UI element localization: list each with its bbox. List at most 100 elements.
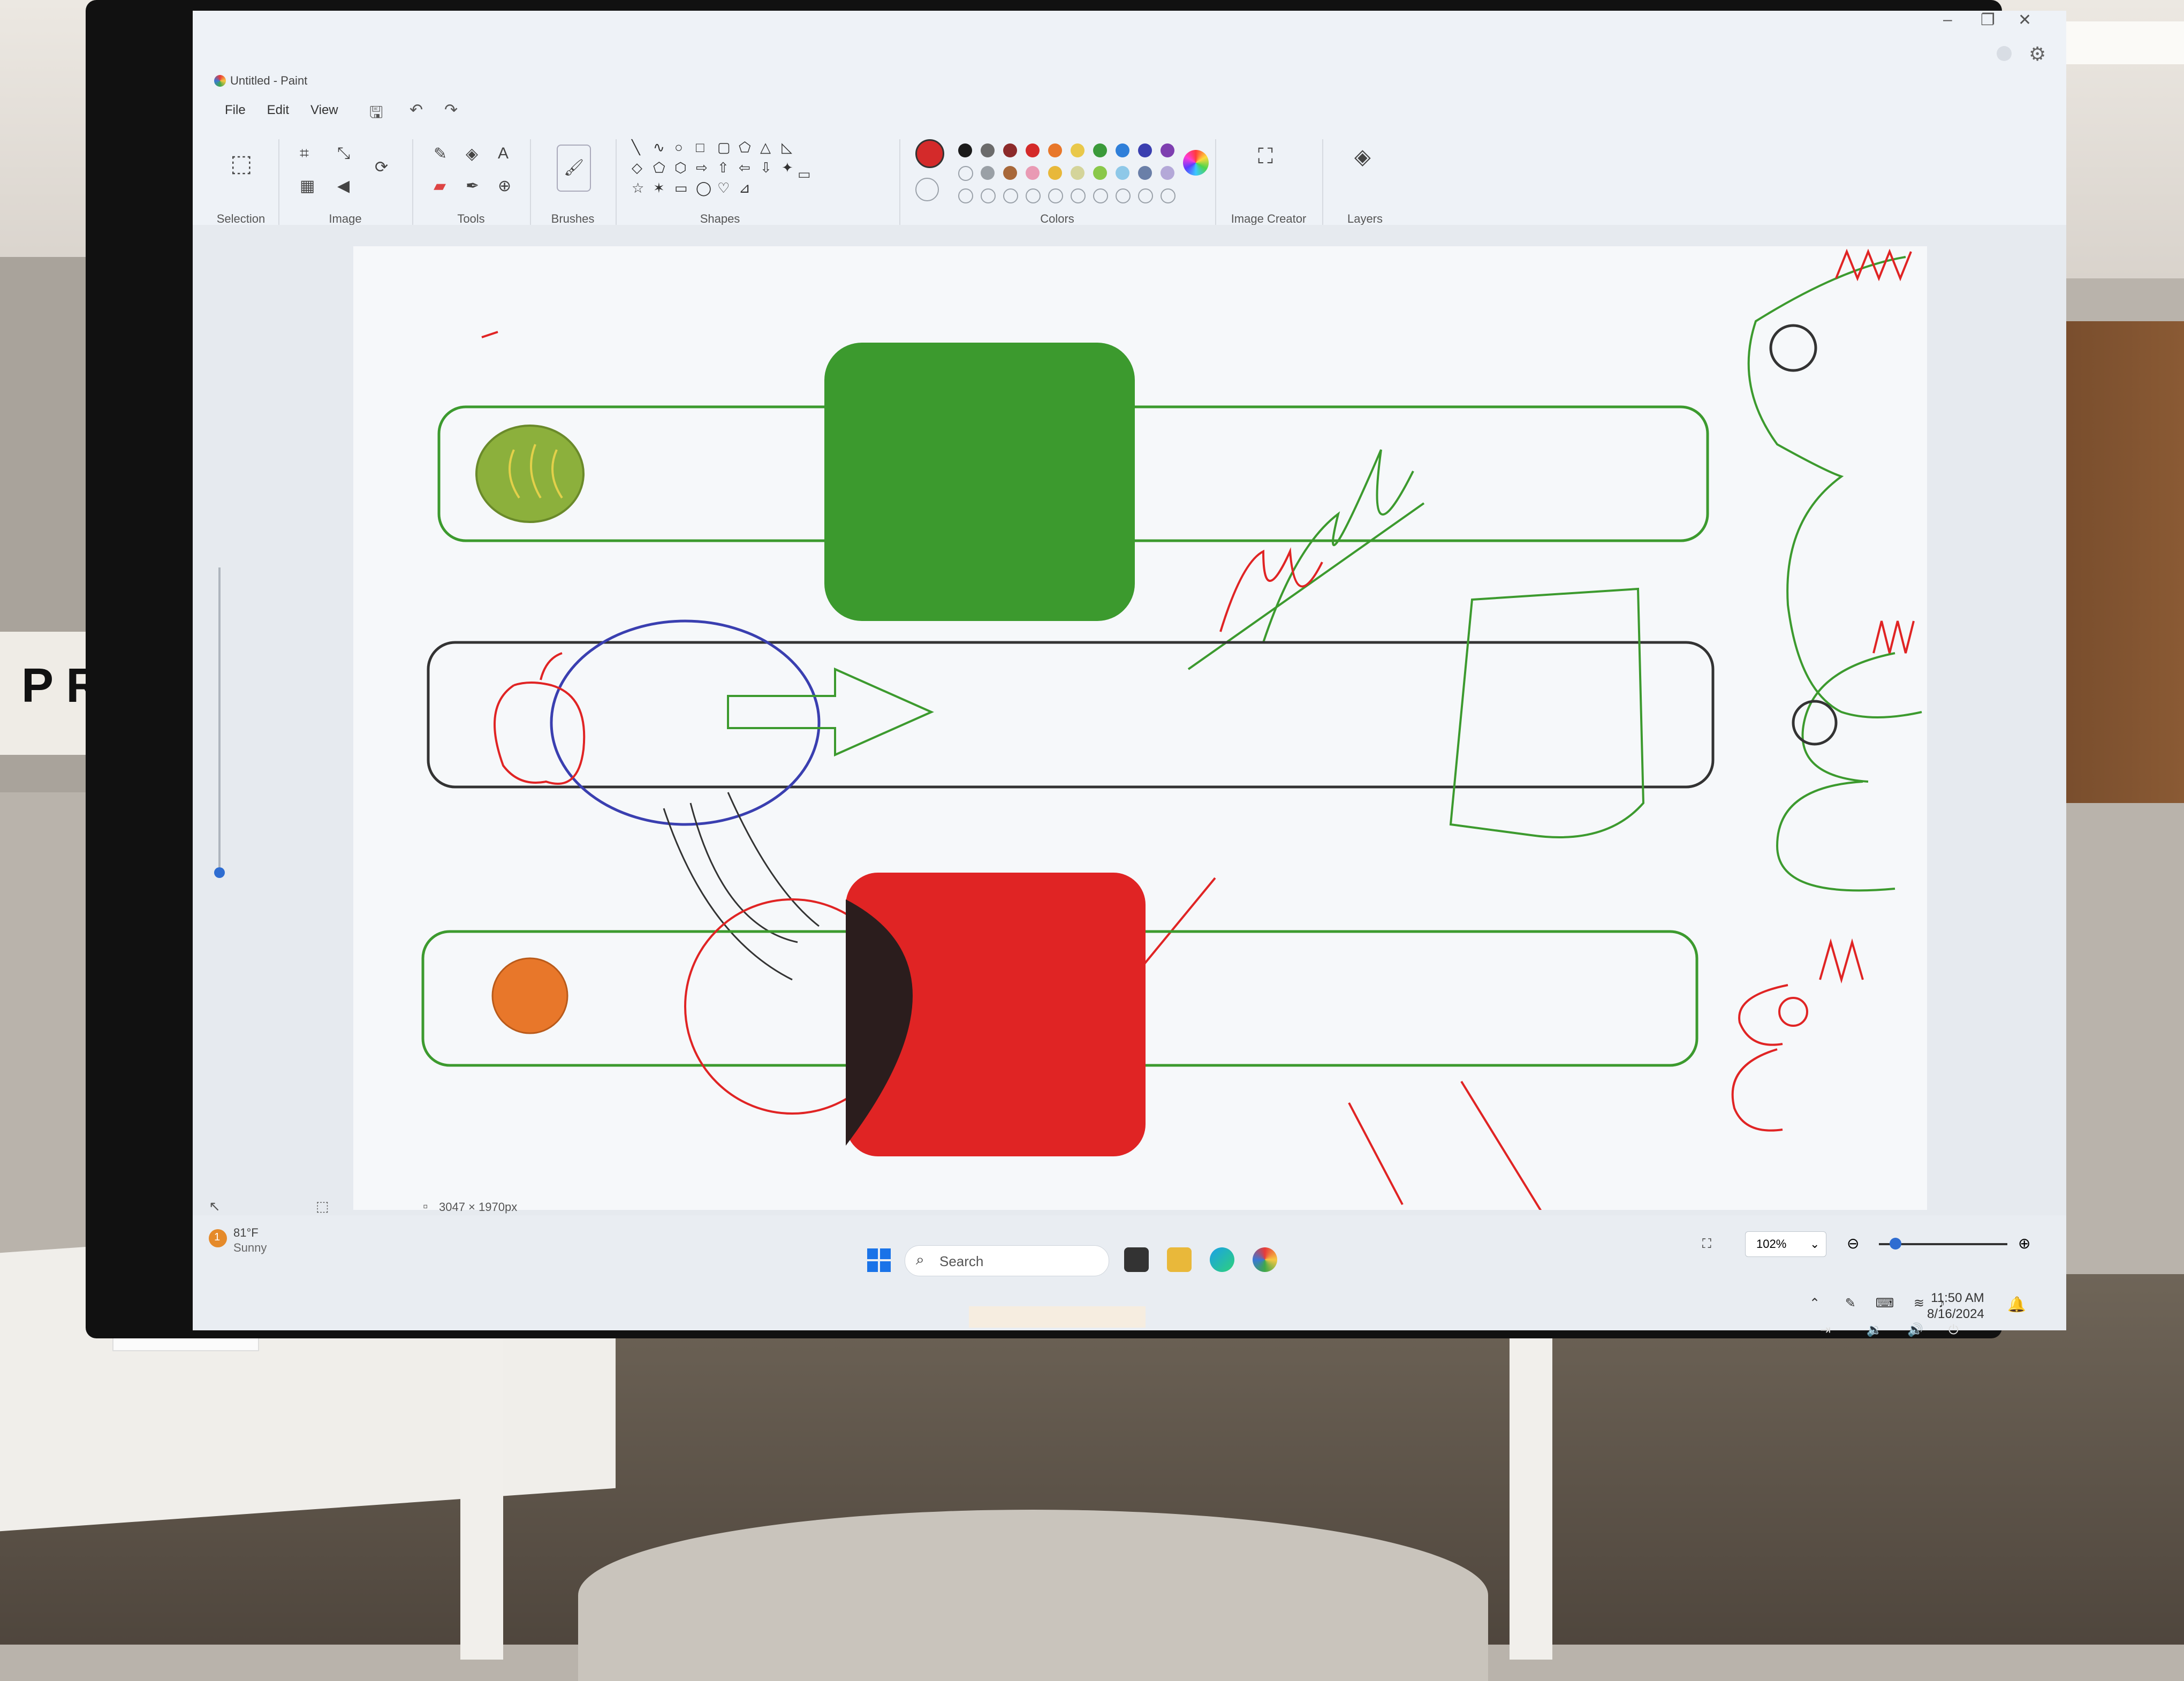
zoom-slider[interactable]	[1879, 1238, 2007, 1250]
zoom-slider-knob[interactable]	[1890, 1238, 1901, 1250]
image-creator-label[interactable]: Image Creator	[1220, 212, 1317, 226]
shape-polygon-icon[interactable]: ⬠	[739, 139, 751, 156]
shape-diamond-icon[interactable]: ◇	[632, 160, 642, 176]
custom-color-slot[interactable]	[1048, 188, 1063, 203]
custom-color-slot[interactable]	[1161, 188, 1176, 203]
drawing-canvas[interactable]	[353, 246, 1927, 1210]
power-icon[interactable]: ⏻	[1948, 1323, 1959, 1337]
task-view-icon[interactable]	[1124, 1247, 1149, 1272]
shape-rounded-rect-icon[interactable]: ▢	[717, 139, 731, 156]
custom-color-slot[interactable]	[1026, 188, 1041, 203]
pencil-icon[interactable]: ✎	[434, 145, 447, 163]
undo-icon[interactable]: ↶	[410, 101, 423, 119]
file-explorer-icon[interactable]	[1167, 1247, 1192, 1272]
custom-color-slot[interactable]	[958, 188, 973, 203]
shape-star6-icon[interactable]: ✶	[653, 180, 665, 196]
shape-oval-icon[interactable]: ○	[674, 139, 683, 156]
minimize-button[interactable]: –	[1943, 11, 1952, 29]
menu-file[interactable]: File	[225, 103, 246, 124]
color-swatch[interactable]	[1093, 166, 1107, 180]
color-swatch[interactable]	[1161, 166, 1174, 180]
color-swatch[interactable]	[1138, 143, 1152, 157]
custom-color-slot[interactable]	[1093, 188, 1108, 203]
shape-curve-icon[interactable]: ∿	[653, 139, 665, 156]
pen-icon[interactable]: ✎	[1845, 1296, 1856, 1311]
brush-icon[interactable]: 🖌	[557, 145, 591, 192]
color-swatch[interactable]	[981, 166, 995, 180]
color-swatch[interactable]	[958, 166, 973, 181]
vertical-zoom-slider[interactable]	[209, 557, 230, 883]
eraser-icon[interactable]: ▰	[434, 177, 446, 195]
fill-icon[interactable]: ◈	[466, 145, 478, 163]
text-icon[interactable]: A	[498, 145, 509, 163]
save-icon[interactable]: 🖫	[369, 101, 383, 128]
fit-view-icon[interactable]: ⛶	[1702, 1237, 1711, 1252]
resize-icon[interactable]: ⤡	[337, 145, 350, 163]
redo-icon[interactable]: ↷	[444, 101, 458, 119]
shape-heart-icon[interactable]: ♡	[717, 180, 730, 196]
shape-outline-icon[interactable]: ▭	[798, 166, 811, 183]
taskbar-search[interactable]: ⌕ Search	[905, 1245, 1109, 1276]
color-swatch[interactable]	[1048, 166, 1062, 180]
edge-icon[interactable]	[1210, 1247, 1234, 1272]
close-button[interactable]: ✕	[2018, 11, 2031, 29]
color-swatch[interactable]	[1116, 143, 1129, 157]
volume-down-icon[interactable]: 🔉	[1867, 1323, 1883, 1337]
custom-color-slot[interactable]	[1116, 188, 1131, 203]
paint-taskbar-icon[interactable]	[1253, 1247, 1277, 1272]
notification-icon[interactable]: 🔔	[2007, 1296, 2026, 1313]
color-swatch[interactable]	[1003, 166, 1017, 180]
shape-arrow-up-icon[interactable]: ⇧	[717, 160, 729, 176]
rotate-icon[interactable]: ⟳	[375, 158, 388, 177]
secondary-color-swatch[interactable]	[915, 178, 939, 201]
input-source-icon[interactable]: ⇥	[1820, 1323, 1831, 1337]
crop-icon[interactable]: ⌗	[300, 145, 309, 163]
background-icon[interactable]: ▦	[300, 177, 315, 195]
shape-callout-rect-icon[interactable]: ▭	[674, 180, 688, 196]
layers-label[interactable]: Layers	[1328, 212, 1402, 226]
color-swatch[interactable]	[1161, 143, 1174, 157]
chevron-up-icon[interactable]: ⌃	[1809, 1296, 1820, 1311]
shape-arrow-left-icon[interactable]: ⇦	[739, 160, 750, 176]
settings-gear-icon[interactable]: ⚙	[2029, 43, 2046, 65]
shape-arrow-down-icon[interactable]: ⇩	[760, 160, 772, 176]
color-picker-icon[interactable]: ✒	[466, 177, 479, 195]
shape-star5-icon[interactable]: ☆	[632, 180, 644, 196]
shape-arrow-right-icon[interactable]: ⇨	[696, 160, 708, 176]
wifi-icon[interactable]: ≋	[1914, 1296, 1924, 1311]
color-swatch[interactable]	[1093, 143, 1107, 157]
flip-icon[interactable]: ◀	[337, 177, 350, 195]
shape-line-icon[interactable]: ╲	[632, 139, 640, 156]
custom-color-slot[interactable]	[1138, 188, 1153, 203]
shape-pentagon-icon[interactable]: ⬠	[653, 160, 665, 176]
custom-color-slot[interactable]	[1003, 188, 1018, 203]
color-swatch[interactable]	[1138, 166, 1152, 180]
windows-start-icon[interactable]	[867, 1248, 891, 1272]
shape-right-triangle-icon[interactable]: ◺	[782, 139, 792, 156]
primary-color-swatch[interactable]	[915, 139, 944, 168]
zoom-in-icon[interactable]: ⊕	[2018, 1235, 2030, 1252]
color-swatch[interactable]	[1026, 166, 1040, 180]
shape-star4-icon[interactable]: ✦	[782, 160, 793, 176]
shape-callout-oval-icon[interactable]: ◯	[696, 180, 711, 196]
custom-color-slot[interactable]	[1071, 188, 1086, 203]
color-swatch[interactable]	[1116, 166, 1129, 180]
color-swatch[interactable]	[1026, 143, 1040, 157]
keyboard-icon[interactable]: ⌨	[1876, 1296, 1894, 1311]
menu-view[interactable]: View	[310, 103, 338, 124]
shape-rectangle-icon[interactable]: □	[696, 139, 704, 156]
color-swatch[interactable]	[958, 143, 972, 157]
volume-up-icon[interactable]: 🔊	[1907, 1323, 1923, 1337]
shape-lightning-icon[interactable]: ⊿	[739, 180, 750, 196]
color-swatch[interactable]	[1003, 143, 1017, 157]
color-swatch[interactable]	[981, 143, 995, 157]
clock[interactable]: 11:50 AM 8/16/2024	[1927, 1290, 1984, 1322]
color-swatch[interactable]	[1071, 143, 1085, 157]
color-swatch[interactable]	[1071, 166, 1085, 180]
zoom-dropdown[interactable]: 102% ⌄	[1745, 1231, 1826, 1257]
shape-triangle-icon[interactable]: △	[760, 139, 771, 156]
zoom-out-icon[interactable]: ⊖	[1847, 1235, 1859, 1252]
selection-tool-icon[interactable]: ⬚	[230, 150, 253, 177]
shape-hexagon-icon[interactable]: ⬡	[674, 160, 687, 176]
custom-color-slot[interactable]	[981, 188, 996, 203]
